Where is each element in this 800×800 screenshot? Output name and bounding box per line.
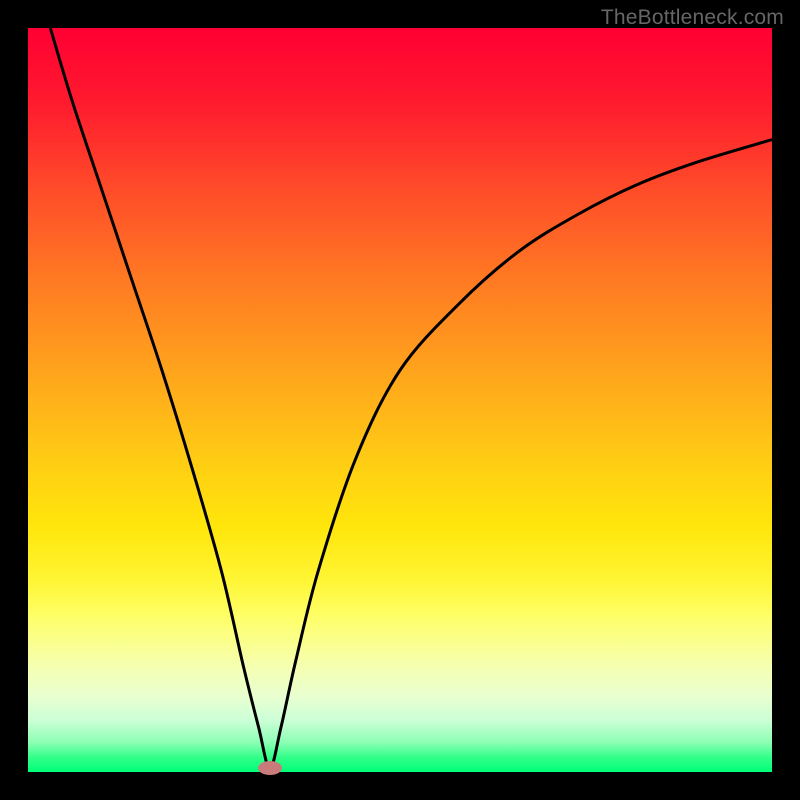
minimum-marker <box>258 761 282 775</box>
bottleneck-curve <box>28 28 772 772</box>
curve-path <box>50 28 772 768</box>
chart-plot-area <box>28 28 772 772</box>
chart-frame: TheBottleneck.com <box>0 0 800 800</box>
watermark-text: TheBottleneck.com <box>601 6 784 30</box>
